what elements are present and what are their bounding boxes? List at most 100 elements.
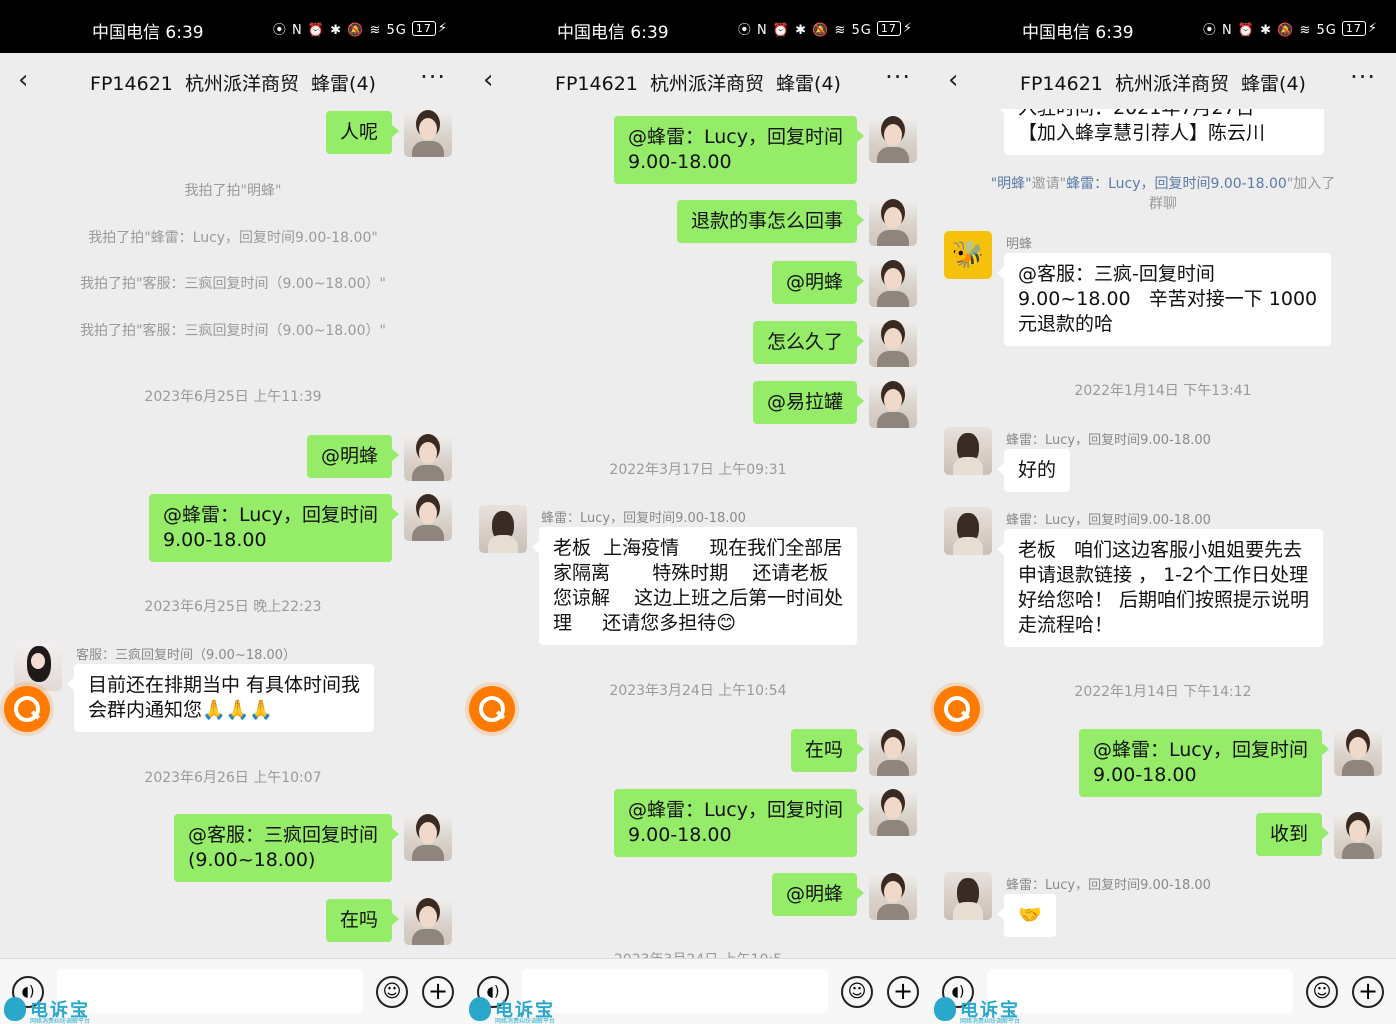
chat-header: ‹ FP14621 杭州派洋商贸 蜂雷(4) ···: [0, 53, 466, 109]
message-bubble[interactable]: @蜂雷：Lucy，回复时间 9.00-18.00: [614, 789, 864, 857]
message-bubble[interactable]: 目前还在排期当中 有具体时间我 会群内通知您🙏🙏🙏: [66, 664, 375, 732]
emoji-icon[interactable]: ☺: [1306, 976, 1338, 1008]
message-line: 走流程哈！: [1018, 614, 1114, 636]
plus-icon[interactable]: +: [887, 976, 919, 1008]
message-bubble[interactable]: 收到: [1255, 813, 1330, 856]
message-bubble[interactable]: @蜂雷：Lucy，回复时间 9.00-18.00: [614, 116, 864, 184]
battery-icon: 17: [1341, 21, 1366, 36]
watermark: 电诉宝 网络消费纠纷调解平台: [469, 996, 589, 1024]
watermark-shield-icon: [934, 997, 956, 1021]
watermark: 电诉宝 网络消费纠纷调解平台: [4, 996, 124, 1024]
avatar[interactable]: [1334, 728, 1382, 776]
system-message: 我拍了拍"明蜂": [184, 183, 282, 199]
timestamp: 2023年6月26日 上午10:07: [144, 770, 322, 786]
message-line: 9.00-18.00: [1093, 764, 1197, 786]
invite-member[interactable]: "明蜂": [991, 176, 1032, 192]
message-bubble[interactable]: @易拉罐: [752, 381, 865, 424]
status-bar: 中国电信 6:39 ⦿ N ⏰ ✱ 🔕 ≋ 5G 17 ⚡: [465, 0, 931, 53]
avatar[interactable]: 🐝: [944, 231, 992, 279]
sender-name: 蜂雷：Lucy，回复时间9.00-18.00: [541, 511, 746, 526]
message-line: (9.00~18.00): [187, 849, 316, 871]
avatar[interactable]: [869, 872, 917, 920]
system-message: "明蜂"邀请"蜂雷：Lucy，回复时间9.00-18.00"加入了 群聊: [930, 174, 1396, 214]
message-line: 理 还请您多担待😊: [553, 612, 737, 634]
status-bar: 中国电信 6:39 ⦿ N ⏰ ✱ 🔕 ≋ 5G 17 ⚡: [930, 0, 1396, 53]
message-bubble[interactable]: 退款的事怎么回事: [676, 200, 865, 243]
message-bubble[interactable]: 入驻时间：2021年7月27日 【加入蜂享慧引荐人】陈云川: [997, 109, 1324, 155]
avatar[interactable]: [404, 109, 452, 157]
message-line: @蜂雷：Lucy，回复时间: [1093, 739, 1308, 761]
message-bubble[interactable]: 在吗: [325, 899, 400, 942]
message-bubble[interactable]: @客服：三疯-回复时间 9.00~18.00 辛苦对接一下 1000 元退款的哈: [996, 253, 1332, 346]
avatar[interactable]: [404, 433, 452, 481]
avatar[interactable]: [869, 198, 917, 246]
message-bubble[interactable]: @明蜂: [771, 261, 865, 304]
timestamp: 2023年6月25日 上午11:39: [144, 389, 322, 405]
message-bubble[interactable]: 老板 咱们这边客服小姐姐要先去 申请退款链接 ， 1-2个工作日处理 好给您哈！…: [996, 529, 1324, 647]
message-bubble[interactable]: @客服：三疯回复时间 (9.00~18.00): [173, 814, 400, 882]
signal-icons: ⦿ N ⏰ ✱ 🔕 ≋ 5G: [737, 23, 872, 38]
message-bubble[interactable]: @明蜂: [771, 873, 865, 916]
watermark-tagline: 网络消费纠纷调解平台: [960, 1018, 1021, 1024]
message-bubble[interactable]: @蜂雷：Lucy，回复时间 9.00-18.00: [1079, 729, 1329, 797]
message-bubble[interactable]: 在吗: [790, 729, 865, 772]
message-bubble[interactable]: 好的: [996, 449, 1071, 492]
message-bubble[interactable]: 老板 上海疫情 现在我们全部居 家隔离 特殊时期 还请老板 您谅解 这边上班之后…: [531, 527, 858, 645]
more-icon[interactable]: ···: [885, 63, 911, 91]
chat-header: ‹ FP14621 杭州派洋商贸 蜂雷(4) ···: [465, 53, 931, 109]
emoji-icon[interactable]: ☺: [841, 976, 873, 1008]
avatar[interactable]: [869, 319, 917, 367]
sender-name: 蜂雷：Lucy，回复时间9.00-18.00: [1006, 433, 1211, 448]
message-line: 老板 咱们这边客服小姐姐要先去: [1018, 539, 1303, 561]
sender-name: 蜂雷：Lucy，回复时间9.00-18.00: [1006, 513, 1211, 528]
watermark-tagline: 网络消费纠纷调解平台: [30, 1018, 91, 1024]
message-line: 您谅解 这边上班之后第一时间处: [553, 587, 844, 609]
more-icon[interactable]: ···: [1350, 63, 1376, 91]
sender-name: 明蜂: [1006, 237, 1033, 252]
watermark-shield-icon: [4, 997, 26, 1021]
invite-member[interactable]: 蜂雷：Lucy，回复时间9.00-18.00: [1066, 176, 1287, 192]
message-list[interactable]: 人呢 我拍了拍"明蜂" 我拍了拍"蜂雷：Lucy，回复时间9.00-18.00"…: [0, 109, 466, 958]
message-bubble[interactable]: @蜂雷：Lucy，回复时间 9.00-18.00: [149, 494, 399, 562]
avatar[interactable]: [869, 380, 917, 428]
system-message: 我拍了拍"客服：三疯回复时间（9.00~18.00）": [80, 323, 386, 339]
avatar[interactable]: [1334, 811, 1382, 859]
timestamp: 2022年3月17日 上午09:31: [609, 462, 787, 478]
message-line: 9.00-18.00: [628, 824, 732, 846]
chat-panel-2: 中国电信 6:39 ⦿ N ⏰ ✱ 🔕 ≋ 5G 17 ⚡ ‹ FP14621 杭州…: [465, 0, 931, 1024]
avatar[interactable]: [14, 643, 62, 691]
invite-text: 邀请": [1031, 176, 1067, 192]
message-line: 9.00-18.00: [163, 529, 267, 551]
message-list[interactable]: @蜂雷：Lucy，回复时间 9.00-18.00 退款的事怎么回事 @明蜂 怎么…: [465, 109, 931, 958]
plus-icon[interactable]: +: [422, 976, 454, 1008]
avatar[interactable]: [869, 259, 917, 307]
more-icon[interactable]: ···: [420, 63, 446, 91]
emoji-icon[interactable]: ☺: [376, 976, 408, 1008]
timestamp: 2022年1月14日 下午14:12: [1074, 684, 1252, 700]
message-bubble[interactable]: @明蜂: [306, 435, 400, 478]
avatar[interactable]: [869, 788, 917, 836]
message-bubble[interactable]: 🤝: [997, 894, 1056, 937]
avatar[interactable]: [944, 427, 992, 475]
floating-assistant-icon[interactable]: [4, 686, 50, 732]
avatar[interactable]: [404, 897, 452, 945]
avatar[interactable]: [479, 505, 527, 553]
message-bubble[interactable]: 怎么久了: [752, 321, 865, 364]
avatar[interactable]: [404, 813, 452, 861]
system-message: 我拍了拍"客服：三疯回复时间（9.00~18.00）": [80, 276, 386, 292]
bee-icon: 🐝: [951, 240, 985, 270]
avatar[interactable]: [944, 872, 992, 920]
avatar[interactable]: [404, 493, 452, 541]
watermark: 电诉宝 网络消费纠纷调解平台: [934, 996, 1054, 1024]
chat-title: FP14621 杭州派洋商贸 蜂雷(4): [1020, 73, 1306, 95]
plus-icon[interactable]: +: [1352, 976, 1384, 1008]
avatar[interactable]: [869, 728, 917, 776]
sender-name: 蜂雷：Lucy，回复时间9.00-18.00: [1006, 878, 1211, 893]
message-list[interactable]: 入驻时间：2021年7月27日 【加入蜂享慧引荐人】陈云川 "明蜂"邀请"蜂雷：…: [930, 109, 1396, 958]
sender-name: 客服：三疯回复时间（9.00~18.00）: [76, 648, 297, 663]
avatar[interactable]: [869, 115, 917, 163]
avatar[interactable]: [944, 507, 992, 555]
watermark-tagline: 网络消费纠纷调解平台: [495, 1018, 556, 1024]
message-bubble[interactable]: 人呢: [325, 111, 400, 154]
status-icons: ⦿ N ⏰ ✱ 🔕 ≋ 5G 17 ⚡: [272, 21, 448, 38]
